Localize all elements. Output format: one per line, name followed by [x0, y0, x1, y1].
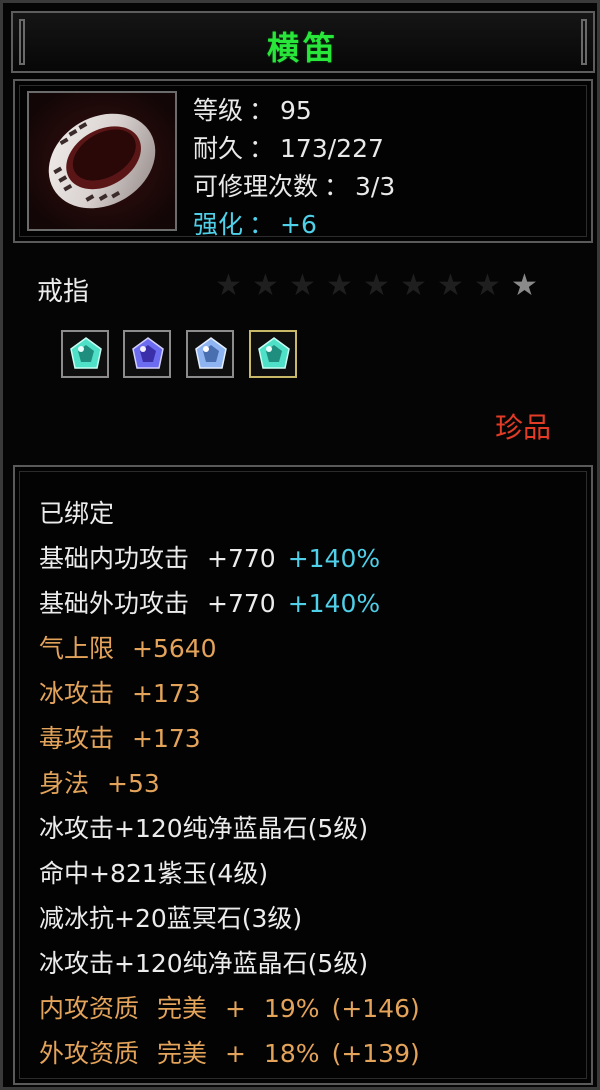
bonus-stat-label: 毒攻击	[39, 724, 115, 753]
level-sep: ：	[249, 96, 275, 125]
repair-sep: ：	[324, 172, 350, 201]
rarity-label: 珍品	[495, 411, 552, 444]
durability-line: 耐久： 173/227	[193, 129, 384, 165]
enhance-label: 强化	[193, 210, 244, 239]
quality-label: 外攻资质	[39, 1039, 140, 1068]
purple-gem-icon	[132, 337, 164, 369]
gem-effect-row: 减冰抗+20蓝冥石(3级)	[39, 904, 303, 933]
quality-plus: +	[225, 1039, 246, 1068]
quality-percent: 19%	[263, 994, 320, 1023]
attribute-row: 基础内功攻击 +770 +140%	[39, 544, 380, 574]
gem-effect-row: 冰攻击+120纯净蓝晶石(5级)	[39, 814, 369, 843]
repair-value: 3/3	[355, 172, 396, 201]
item-tooltip: 横笛 等级 ： 95 耐久 ： 173/227 可修理次数 ： 3/3 强化 ：…	[0, 0, 600, 1090]
star-icon: ★	[474, 268, 501, 303]
repair-line: 可修理次数： 3/3	[193, 167, 395, 203]
level-label: 等级	[193, 96, 244, 125]
durability-sep: ：	[249, 134, 275, 163]
gem-slot-1[interactable]	[61, 330, 109, 378]
attribute-label: 基础内功攻击	[39, 544, 190, 573]
title-bar: 横笛	[11, 11, 595, 73]
star-icon: ★	[437, 268, 464, 303]
quality-row: 外攻资质 完美 +18% (+139)	[39, 1039, 420, 1069]
bonus-stat-value: +5640	[132, 634, 217, 663]
bonus-stat-value: +173	[132, 724, 201, 753]
quality-extra: (+139)	[331, 1039, 420, 1068]
bonus-stat-row: 气上限 +5640	[39, 634, 217, 664]
quality-grade: 完美	[157, 1039, 208, 1068]
star-icon: ★	[252, 268, 279, 303]
enhance-line: 强化： +6	[193, 205, 317, 241]
blue-gem-icon	[195, 337, 227, 369]
bonus-stat-row: 身法 +53	[39, 769, 160, 799]
bonus-stat-row: 毒攻击 +173	[39, 724, 201, 754]
enhance-value: +6	[280, 210, 317, 239]
attribute-bonus: +140%	[287, 544, 381, 573]
star-icon: ★	[363, 268, 390, 303]
item-name: 横笛	[266, 29, 339, 67]
star-icon: ★	[511, 268, 538, 303]
star-icon: ★	[289, 268, 316, 303]
gem-slot-3[interactable]	[186, 330, 234, 378]
attribute-bonus: +140%	[287, 589, 381, 618]
star-icon: ★	[326, 268, 353, 303]
bonus-stat-value: +53	[107, 769, 160, 798]
attribute-value: +770	[207, 544, 276, 573]
attribute-row: 基础外功攻击 +770 +140%	[39, 589, 380, 619]
bound-status: 已绑定	[39, 499, 115, 528]
bonus-stat-row: 冰攻击 +173	[39, 679, 201, 709]
repair-label: 可修理次数	[193, 172, 319, 201]
cyan-gem-icon	[70, 337, 102, 369]
gem-slot-2[interactable]	[123, 330, 171, 378]
attribute-value: +770	[207, 589, 276, 618]
gem-slot-4[interactable]	[249, 330, 297, 378]
enhance-sep: ：	[249, 210, 275, 239]
stats-panel: 已绑定 基础内功攻击 +770 +140% 基础外功攻击 +770 +140% 气上限 +…	[13, 465, 593, 1085]
ring-icon	[27, 91, 177, 231]
quality-grade: 完美	[157, 994, 208, 1023]
durability-value: 173/227	[280, 134, 384, 163]
quality-extra: (+146)	[331, 994, 420, 1023]
durability-label: 耐久	[193, 134, 244, 163]
item-header-panel: 等级： 95 耐久： 173/227 可修理次数： 3/3 强化： +6	[13, 79, 593, 243]
quality-label: 内攻资质	[39, 994, 140, 1023]
gem-effect-row: 冰攻击+120纯净蓝晶石(5级)	[39, 949, 369, 978]
bonus-stat-label: 冰攻击	[39, 679, 115, 708]
quality-percent: 18%	[263, 1039, 320, 1068]
level-line: 等级： 95	[193, 91, 312, 127]
star-icon: ★	[400, 268, 427, 303]
level-value: 95	[280, 96, 312, 125]
item-type: 戒指	[37, 277, 90, 307]
gem-effect-row: 命中+821紫玉(4级)	[39, 859, 269, 888]
quality-row: 内攻资质 完美 +19% (+146)	[39, 994, 420, 1024]
quality-plus: +	[225, 994, 246, 1023]
bonus-stat-label: 气上限	[39, 634, 115, 663]
star-icon: ★	[215, 268, 242, 303]
attribute-label: 基础外功攻击	[39, 589, 190, 618]
bonus-stat-value: +173	[132, 679, 201, 708]
bonus-stat-label: 身法	[39, 769, 90, 798]
cyan-gem-icon	[258, 337, 290, 369]
